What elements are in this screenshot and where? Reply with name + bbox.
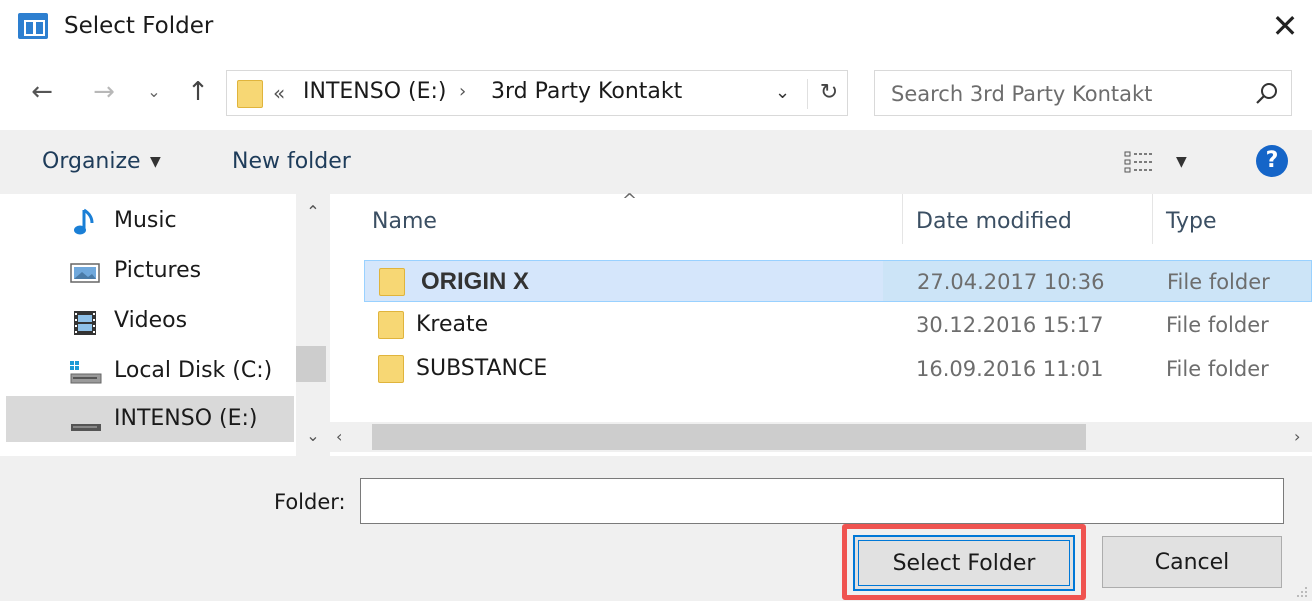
close-button[interactable]: ✕ [1262,4,1308,48]
command-bar: Organize ▼ New folder ▼ ? [0,130,1312,194]
music-icon [74,208,94,235]
column-header-date-modified[interactable]: Date modified [916,206,1072,238]
back-button[interactable]: ← [22,72,62,114]
breadcrumb-drive[interactable]: INTENSO (E:) [303,77,447,107]
row-date: 27.04.2017 10:36 [917,270,1105,294]
sidebar-item-label: Music [114,208,177,233]
scroll-right-arrow-icon[interactable]: › [1294,422,1300,452]
sidebar-item-music[interactable]: Music [6,198,294,244]
dialog-footer: Folder: Select Folder Cancel [0,456,1312,601]
forward-button[interactable]: → [84,72,124,114]
breadcrumb-separator[interactable]: › [459,77,466,107]
scroll-left-arrow-icon[interactable]: ‹ [336,422,342,452]
row-type: File folder [1166,313,1269,337]
sidebar-item-label: Videos [114,308,188,333]
breadcrumb-current[interactable]: 3rd Party Kontakt [491,77,682,107]
row-type: File folder [1166,357,1269,381]
row-name: SUBSTANCE [416,356,548,381]
navigation-pane: Music Pictures Videos Local Disk (C:) IN… [0,194,296,456]
organize-caret-icon[interactable]: ▼ [150,146,161,178]
sort-ascending-icon: ^ [622,190,638,211]
sidebar-item-label: Local Disk (C:) [114,358,273,383]
address-dropdown-button[interactable]: ⌄ [775,77,790,109]
select-folder-button[interactable]: Select Folder [853,535,1075,591]
sidebar-item-pictures[interactable]: Pictures [6,248,294,294]
file-list: ^ Name Date modified Type ORIGIN X 27.04… [330,190,1312,456]
search-icon[interactable] [1251,78,1283,110]
row-date: 16.09.2016 11:01 [916,357,1104,381]
sidebar-item-label: Pictures [114,258,202,283]
resize-grip-icon[interactable] [1294,584,1308,598]
app-icon [18,13,48,39]
folder-label: Folder: [274,490,346,514]
breadcrumb-overflow[interactable]: « [273,78,285,108]
table-row[interactable]: ORIGIN X 27.04.2017 10:36 File folder [364,260,1312,302]
row-name: Kreate [416,312,489,337]
address-bar[interactable]: « INTENSO (E:) › 3rd Party Kontakt ⌄ ↻ [226,70,848,116]
table-row[interactable]: Kreate 30.12.2016 15:17 File folder [364,304,1312,346]
recent-locations-button[interactable]: ⌄ [140,72,168,114]
organize-button[interactable]: Organize [42,146,141,178]
videos-icon [74,311,96,335]
details-view-icon[interactable] [1124,150,1154,174]
refresh-button[interactable]: ↻ [815,77,843,109]
sidebar-item-intenso[interactable]: INTENSO (E:) [6,396,294,442]
table-row[interactable]: SUBSTANCE 16.09.2016 11:01 File folder [364,348,1312,390]
pictures-icon [70,263,100,283]
search-box[interactable] [874,70,1292,116]
folder-icon [378,355,404,383]
row-type: File folder [1167,270,1270,294]
column-header-name[interactable]: Name [372,206,437,238]
up-button[interactable]: ↑ [178,72,218,114]
help-icon[interactable]: ? [1256,145,1288,177]
scroll-up-arrow-icon[interactable]: ⌃ [296,202,330,221]
folder-icon [379,268,405,296]
sidebar-item-videos[interactable]: Videos [6,298,294,344]
row-date: 30.12.2016 15:17 [916,313,1104,337]
column-header-type[interactable]: Type [1166,206,1217,238]
scroll-down-arrow-icon[interactable]: ⌄ [296,426,330,445]
folder-icon [378,311,404,339]
sidebar-item-label: INTENSO (E:) [114,406,258,431]
drive-icon [71,424,101,431]
cancel-button[interactable]: Cancel [1102,536,1282,588]
column-divider[interactable] [1152,194,1153,244]
row-name: ORIGIN X [421,268,530,295]
address-divider [807,79,808,109]
folder-icon [237,80,263,108]
new-folder-button[interactable]: New folder [232,146,351,178]
navigation-scrollbar[interactable]: ⌃ ⌄ [296,194,330,456]
scroll-thumb[interactable] [372,424,1086,450]
scroll-thumb[interactable] [296,346,326,382]
column-divider[interactable] [902,194,903,244]
sidebar-item-local-disk[interactable]: Local Disk (C:) [6,348,294,394]
local-disk-icon [70,361,102,384]
folder-name-input[interactable] [360,478,1284,524]
window-title: Select Folder [64,13,214,39]
horizontal-scrollbar[interactable]: ‹ › [330,422,1312,452]
view-options-caret-icon[interactable]: ▼ [1176,146,1187,178]
title-bar: Select Folder ✕ [0,0,1312,56]
search-input[interactable] [891,79,1231,109]
